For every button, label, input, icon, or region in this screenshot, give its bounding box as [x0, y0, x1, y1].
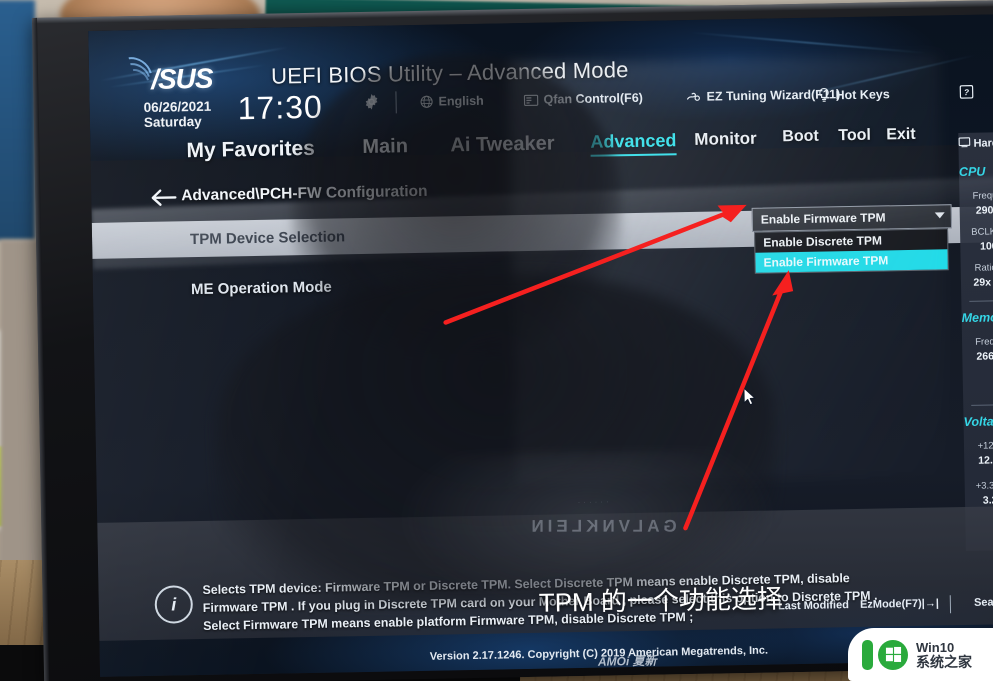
tab-label: Exit — [886, 125, 916, 144]
monitor-screen: /SUS UEFI BIOS Utility – Advanced Mode 0… — [88, 13, 993, 677]
tab-ai-tweaker[interactable]: Ai Tweaker — [450, 132, 555, 157]
sidebar-divider — [969, 299, 993, 302]
gear-icon[interactable] — [361, 92, 381, 112]
bios-header: /SUS UEFI BIOS Utility – Advanced Mode 0… — [88, 13, 993, 135]
bulb-icon — [817, 87, 830, 105]
monitor-icon — [958, 137, 973, 150]
weekday-value: Saturday — [143, 113, 202, 130]
mouse-pointer-icon — [743, 387, 756, 406]
search-faq-button[interactable]: Search on FAQ — [974, 595, 993, 608]
ez-mode-button[interactable]: EzMode(F7)|→| — [860, 597, 939, 610]
svg-text:?: ? — [964, 87, 969, 97]
sidebar-section-cpu: CPU — [958, 164, 986, 180]
hardware-monitor-title-label: Hardware Monitor — [973, 136, 993, 150]
cpu-ratio-value: 29x — [973, 276, 992, 289]
header-separator — [395, 91, 397, 114]
tab-tool[interactable]: Tool — [838, 127, 871, 146]
cpu-frequency-key: Frequency — [972, 189, 993, 202]
tab-exit[interactable]: Exit — [886, 126, 916, 145]
photograph-of-monitor: /SUS UEFI BIOS Utility – Advanced Mode 0… — [0, 0, 993, 681]
voltage-12v-key: +12V — [977, 440, 993, 452]
asus-arc-decoration — [109, 50, 159, 99]
date-display: 06/26/2021 Saturday — [144, 99, 212, 130]
date-value: 06/26/2021 — [143, 98, 212, 115]
hot-keys-button[interactable]: ? — [959, 85, 978, 102]
language-label: English — [438, 93, 484, 109]
tab-label: Tool — [838, 126, 872, 145]
cpu-ratio-key: Ratio — [974, 262, 993, 274]
clock-display: 17:30 — [237, 88, 324, 127]
win10-logo-icon — [878, 639, 908, 670]
watermark-line2: 系统之家 — [916, 653, 972, 670]
fan-icon — [685, 90, 701, 107]
monitor: /SUS UEFI BIOS Utility – Advanced Mode 0… — [32, 0, 993, 681]
voltage-33v-value: 3.264 V — [982, 494, 993, 507]
language-selector[interactable]: English — [419, 93, 484, 112]
tab-label: Monitor — [694, 128, 757, 149]
tab-label: Advanced — [590, 130, 677, 152]
tpm-device-option-list[interactable]: Enable Discrete TPM Enable Firmware TPM — [754, 228, 949, 274]
voltage-33v-key: +3.3V — [975, 480, 993, 492]
option-enable-firmware-tpm[interactable]: Enable Firmware TPM — [755, 249, 948, 273]
watermark-bar — [862, 639, 873, 670]
question-key-icon: ? — [959, 85, 974, 102]
tab-main[interactable]: Main — [362, 135, 408, 159]
ez-tuning-wizard-button[interactable]: Hot Keys — [817, 86, 890, 105]
myfavorite-label: Qfan Control(F6) — [543, 90, 643, 107]
tab-label: Boot — [782, 127, 819, 146]
tab-my-favorites[interactable]: My Favorites — [186, 137, 315, 163]
page-title: UEFI BIOS Utility – Advanced Mode — [270, 57, 629, 89]
tab-boot[interactable]: Boot — [782, 128, 819, 147]
watermark-line1: Win10 — [916, 639, 955, 655]
myfavorite-button[interactable]: Qfan Control(F6) — [523, 91, 643, 110]
voltage-12v-value: 12.192 V — [978, 454, 993, 467]
cpu-bclk-key: BCLK — [971, 226, 993, 238]
globe-icon — [419, 95, 433, 112]
tab-label: My Favorites — [186, 136, 316, 163]
cpu-bclk-value: 100.0000 MHz — [979, 239, 993, 253]
memory-frequency-key: Frequency — [975, 335, 993, 348]
last-modified-button[interactable]: Last Modified — [778, 599, 849, 612]
tab-monitor[interactable]: Monitor — [694, 129, 757, 150]
tpm-device-combobox[interactable]: Enable Firmware TPM — [751, 204, 953, 232]
tab-label: Ai Tweaker — [450, 132, 555, 157]
back-arrow-icon[interactable] — [149, 187, 177, 208]
setting-label-me-operation-mode[interactable]: ME Operation Mode — [191, 279, 332, 299]
memory-frequency-value: 2666 MHz — [976, 350, 993, 363]
chevron-down-icon[interactable] — [934, 212, 945, 219]
combobox-value: Enable Firmware TPM — [760, 210, 886, 227]
blue-object-left — [0, 0, 35, 240]
hardware-monitor-title: Hardware Monitor — [952, 135, 993, 150]
sidebar-divider — [971, 403, 993, 406]
annotation-caption: TPM 的一个功能选择 — [538, 583, 784, 618]
active-tab-underline — [590, 153, 677, 157]
asus-logo: /SUS — [150, 62, 213, 95]
cpu-frequency-value: 2900 MHz — [975, 204, 993, 217]
watermark: Win10 系统之家 — [848, 628, 993, 681]
tab-advanced[interactable]: Advanced — [590, 130, 677, 157]
setting-label-tpm: TPM Device Selection — [189, 228, 346, 249]
ez-tuning-label: Hot Keys — [835, 87, 890, 103]
star-favorite-icon — [523, 94, 539, 110]
tab-label: Main — [362, 135, 409, 158]
watermark-text: Win10 系统之家 — [916, 640, 972, 670]
sidebar-section-voltage: Voltage — [963, 414, 993, 429]
sidebar-section-memory: Memory — [961, 310, 993, 326]
